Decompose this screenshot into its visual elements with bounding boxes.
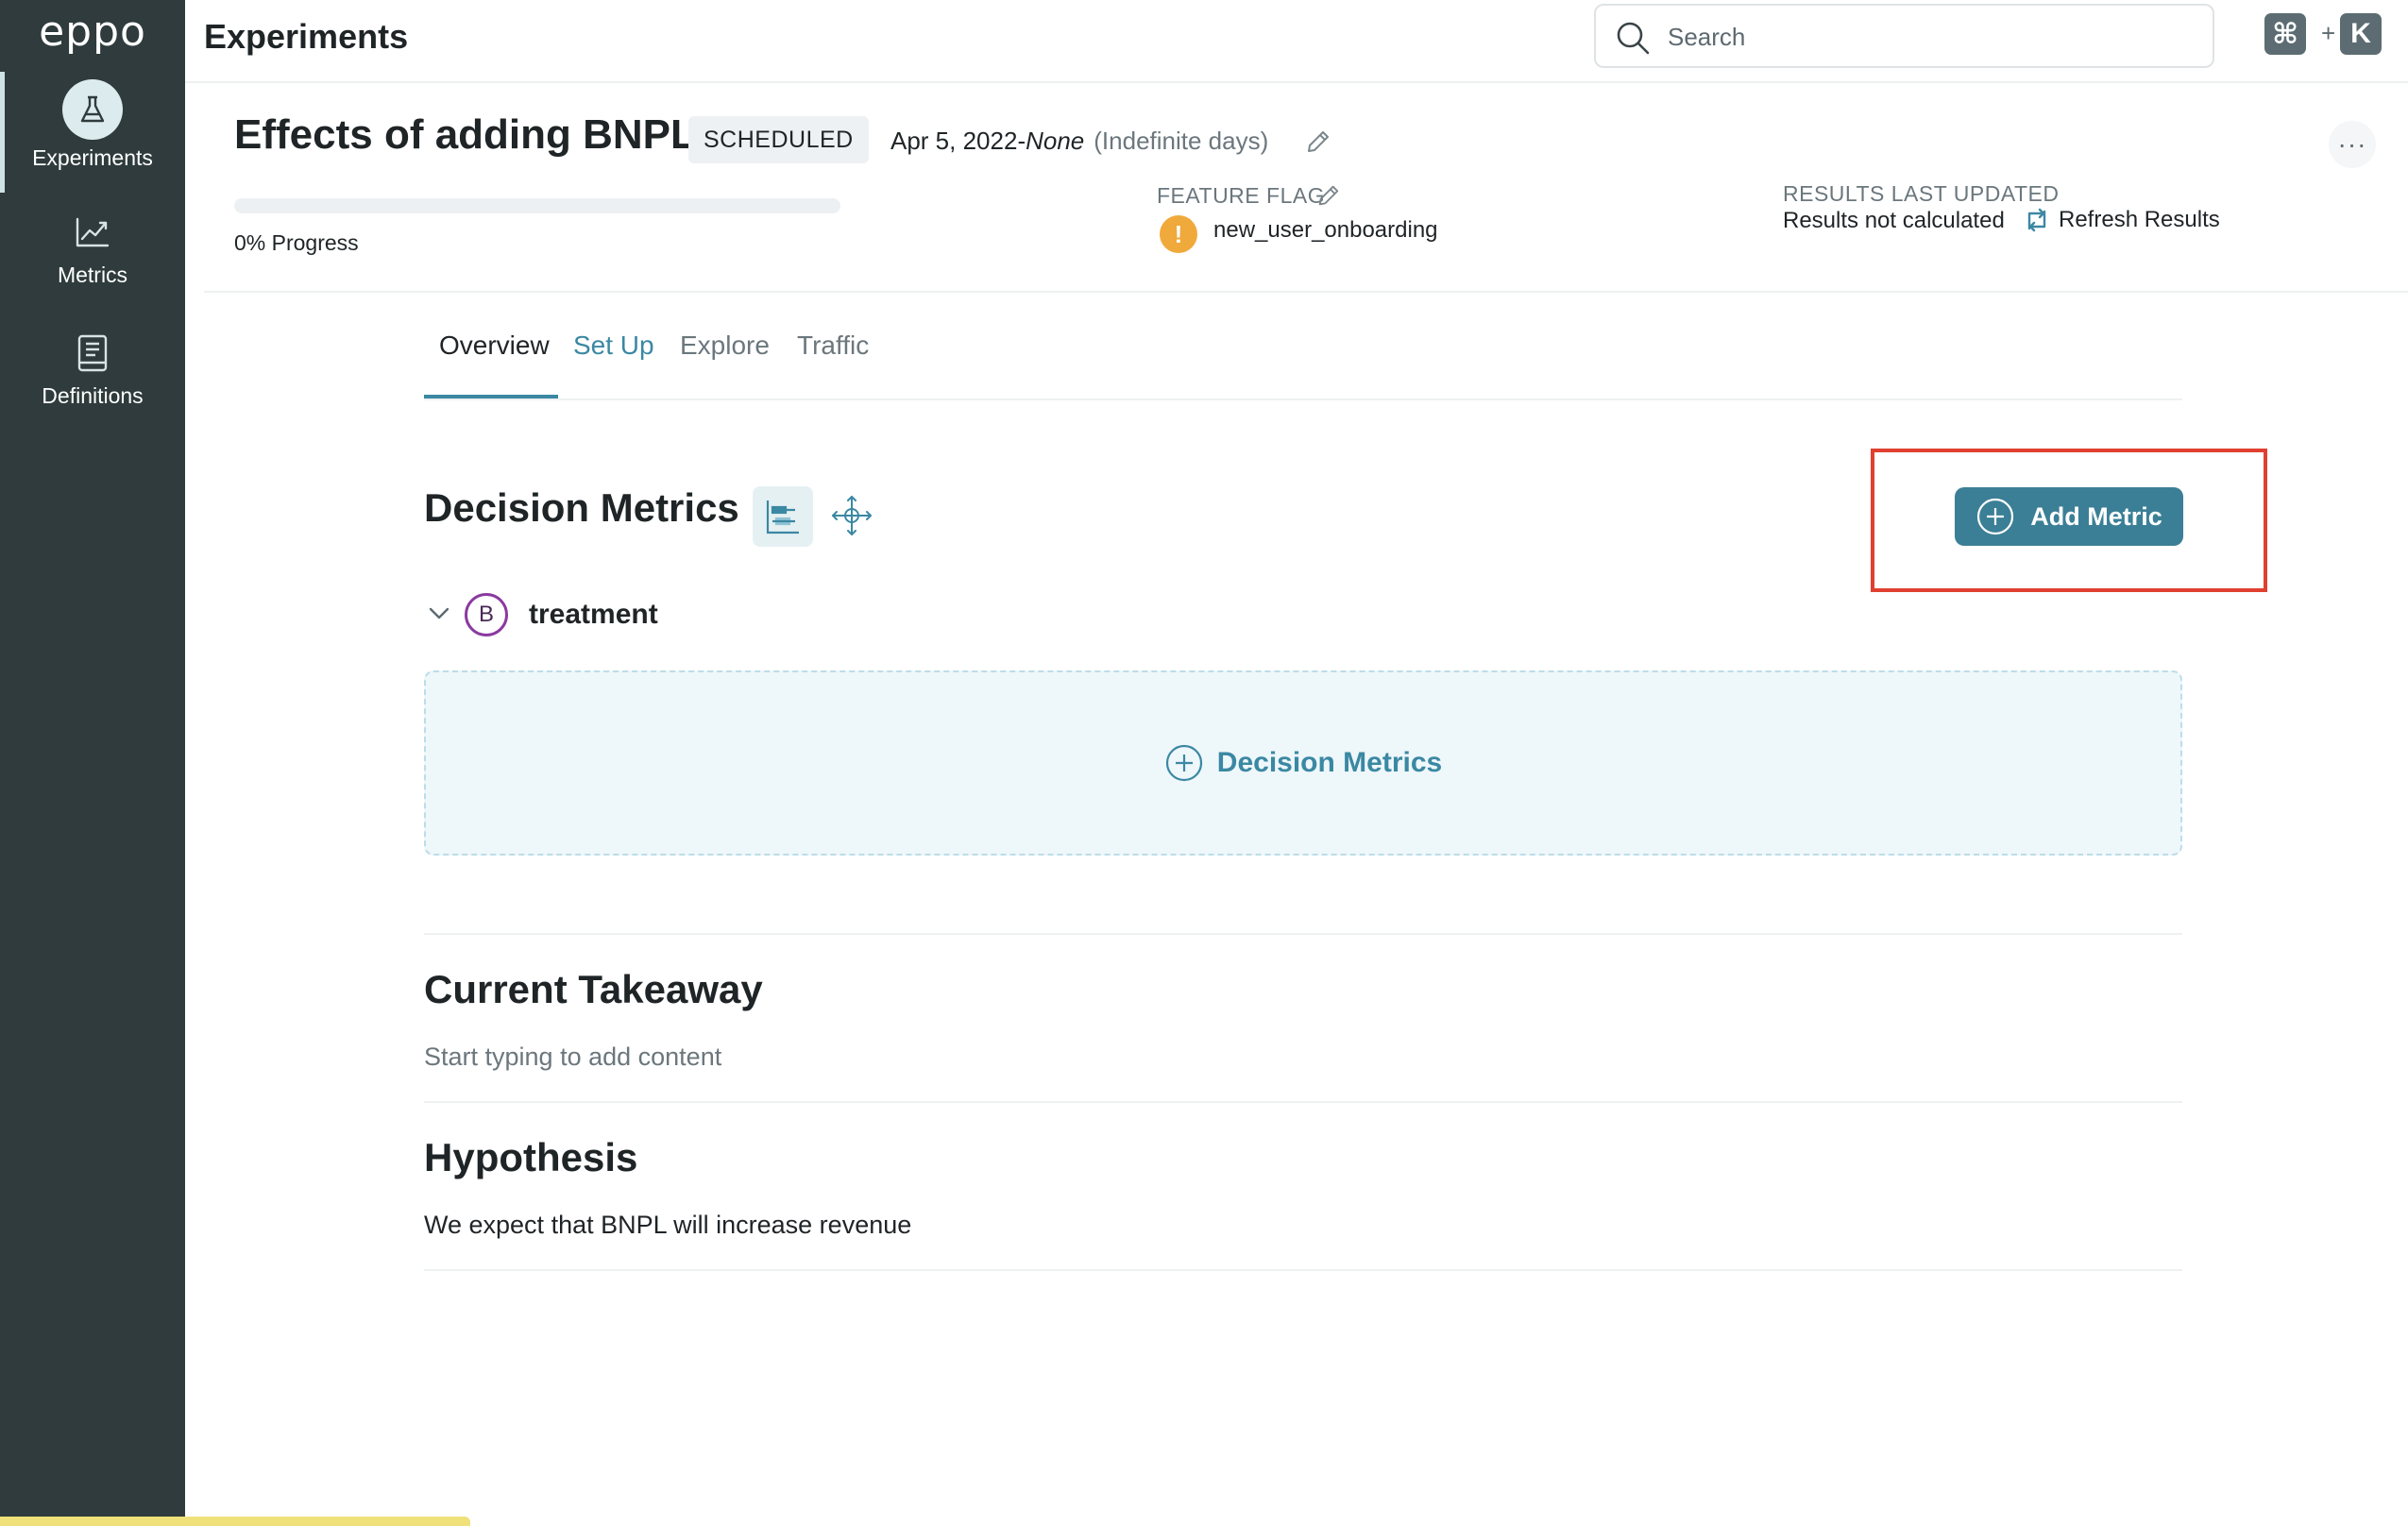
sidebar-item-label: Definitions [42, 383, 144, 408]
sidebar-item-label: Metrics [57, 263, 128, 287]
variant-row[interactable]: B treatment [427, 591, 658, 638]
search-icon [1615, 20, 1651, 60]
sidebar-item-label: Experiments [32, 145, 153, 170]
bar-chart-icon [766, 500, 799, 534]
progress-bar [234, 198, 840, 213]
chevron-down-icon[interactable] [427, 601, 451, 630]
move-icon[interactable] [829, 493, 874, 543]
end-date: None [1026, 127, 1085, 155]
decision-metrics-title: Decision Metrics [424, 485, 739, 530]
date-range: Apr 5, 2022-None (Indefinite days) [890, 127, 1268, 156]
plus-circle-icon [1165, 744, 1202, 782]
duration: (Indefinite days) [1094, 127, 1269, 155]
sidebar-item-definitions[interactable]: Definitions [0, 329, 185, 409]
flask-icon [62, 79, 123, 140]
sidebar-item-metrics[interactable]: Metrics [0, 208, 185, 288]
status-badge: SCHEDULED [688, 116, 869, 163]
current-takeaway-title: Current Takeaway [424, 967, 763, 1011]
variant-name: treatment [529, 599, 658, 630]
refresh-results-label: Refresh Results [2059, 207, 2220, 232]
app-logo[interactable]: eppo [0, 8, 185, 56]
start-date: Apr 5, 2022 [890, 127, 1018, 155]
tab-overview[interactable]: Overview [439, 331, 550, 361]
more-options-button[interactable]: ··· [2329, 121, 2376, 168]
sidebar-item-experiments[interactable]: Experiments [0, 79, 185, 171]
shortcut-k-key: K [2340, 13, 2382, 55]
divider [424, 1101, 2182, 1103]
shortcut-plus: + [2321, 19, 2336, 47]
results-updated-label: RESULTS LAST UPDATED [1783, 181, 2060, 206]
refresh-results-button[interactable]: Refresh Results [2023, 206, 2220, 234]
search-input[interactable] [1668, 19, 2026, 55]
search-box[interactable] [1594, 4, 2214, 68]
divider [424, 1269, 2182, 1271]
tab-explore[interactable]: Explore [680, 331, 770, 361]
progress-label: 0% Progress [234, 230, 359, 255]
shortcut-cmd-key: ⌘ [2264, 13, 2306, 55]
line-chart-icon [62, 208, 123, 257]
warning-icon: ! [1160, 215, 1197, 253]
feature-flag-link[interactable]: new_user_onboarding [1213, 217, 1438, 244]
experiment-title: Effects of adding BNPL [234, 111, 696, 158]
takeaway-editor[interactable]: Start typing to add content [424, 1043, 721, 1072]
hypothesis-text[interactable]: We expect that BNPL will increase revenu… [424, 1211, 911, 1240]
add-decision-metrics-dropzone[interactable]: Decision Metrics [424, 670, 2182, 856]
sidebar: eppo Experiments Metrics Definitions [0, 0, 470, 1526]
hypothesis-title: Hypothesis [424, 1135, 638, 1179]
feature-flag-label: FEATURE FLAG [1157, 183, 1326, 208]
edit-dates-pencil-icon[interactable] [1305, 128, 1331, 160]
refresh-icon [2027, 208, 2046, 232]
book-icon [62, 329, 123, 378]
experiment-header: Effects of adding BNPL SCHEDULED Apr 5, … [204, 83, 2408, 293]
date-separator: - [1017, 127, 1026, 155]
experiment-tabs: Overview Set Up Explore Traffic [424, 317, 2182, 400]
highlight-annotation-box [1871, 449, 2267, 592]
add-decision-metrics-label: Decision Metrics [1216, 747, 1443, 778]
edit-feature-flag-pencil-icon[interactable] [1316, 183, 1341, 212]
results-status: Results not calculated [1783, 208, 2005, 233]
tab-setup[interactable]: Set Up [573, 331, 654, 361]
divider [424, 933, 2182, 935]
chart-view-toggle[interactable] [753, 486, 813, 547]
page-title: Experiments [204, 17, 409, 56]
toast-notification-edge[interactable] [0, 1517, 470, 1526]
variant-avatar: B [465, 593, 508, 636]
tab-traffic[interactable]: Traffic [797, 331, 869, 361]
active-tab-underline [424, 395, 558, 398]
